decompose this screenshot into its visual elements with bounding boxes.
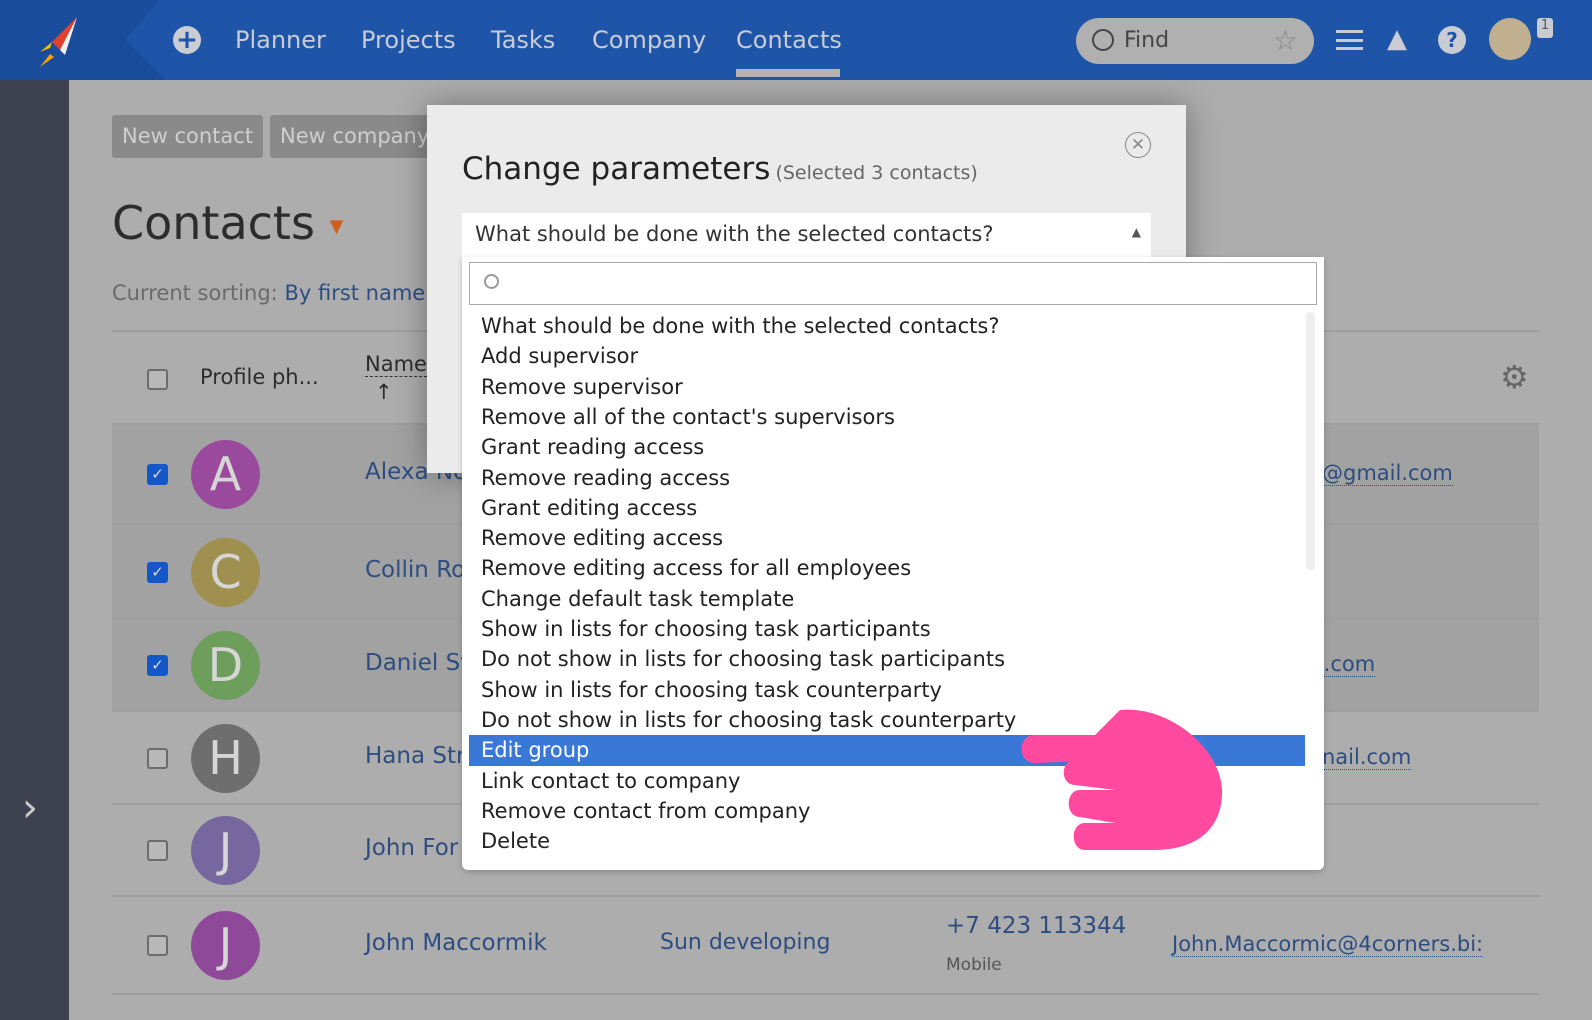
- action-select[interactable]: What should be done with the selected co…: [462, 213, 1151, 257]
- avatar: J: [191, 816, 260, 885]
- row-checkbox[interactable]: ✓: [147, 655, 168, 676]
- row-checkbox[interactable]: ✓: [147, 464, 168, 485]
- nav-company[interactable]: Company: [592, 26, 706, 54]
- menu-icon[interactable]: [1336, 30, 1363, 50]
- dropdown-scrollbar[interactable]: [1306, 312, 1315, 570]
- star-icon[interactable]: ☆: [1273, 24, 1298, 57]
- settings-gear-icon[interactable]: ⚙: [1500, 358, 1529, 396]
- dropdown-option[interactable]: Change default task template: [469, 584, 1305, 615]
- select-all-checkbox[interactable]: [147, 369, 168, 390]
- nav-contacts[interactable]: Contacts: [736, 26, 842, 54]
- dialog-subtitle: (Selected 3 contacts): [775, 162, 978, 184]
- contact-name[interactable]: Daniel St: [365, 650, 469, 676]
- new-company-button[interactable]: New company: [270, 115, 430, 158]
- dropdown-option[interactable]: Remove editing access: [469, 523, 1305, 554]
- dropdown-option[interactable]: Remove editing access for all employees: [469, 553, 1305, 584]
- table-row[interactable]: J John Maccormik Sun developing +7 423 1…: [112, 897, 1539, 995]
- pointing-hand-cursor-icon: [1021, 709, 1223, 850]
- row-checkbox[interactable]: [147, 840, 168, 861]
- sidebar: ›: [0, 80, 69, 1020]
- rocket-launch-icon[interactable]: ▲: [1387, 24, 1407, 54]
- contact-email[interactable]: @gmail.com: [1322, 461, 1453, 486]
- dropdown-option[interactable]: Grant editing access: [469, 493, 1305, 524]
- sort-arrow-icon: ↑: [375, 380, 393, 404]
- dropdown-option[interactable]: What should be done with the selected co…: [469, 311, 1305, 342]
- page-title-text: Contacts: [112, 196, 315, 250]
- dialog-title: Change parameters (Selected 3 contacts): [462, 151, 978, 187]
- dropdown-search-input[interactable]: [469, 262, 1317, 305]
- nav-projects[interactable]: Projects: [361, 26, 456, 54]
- top-nav: + Planner Projects Tasks Company Contact…: [0, 0, 1592, 80]
- dropdown-option[interactable]: Remove all of the contact's supervisors: [469, 402, 1305, 433]
- dropdown-option[interactable]: Show in lists for choosing task counterp…: [469, 675, 1305, 706]
- page-title[interactable]: Contacts ▼: [112, 196, 343, 250]
- action-select-value: What should be done with the selected co…: [475, 222, 994, 246]
- new-contact-button[interactable]: New contact: [112, 115, 264, 158]
- help-icon[interactable]: ?: [1438, 26, 1466, 54]
- row-checkbox[interactable]: [147, 747, 168, 769]
- find-input[interactable]: Find ☆: [1076, 18, 1314, 64]
- avatar: H: [191, 723, 260, 793]
- logo[interactable]: [0, 0, 165, 80]
- current-sorting: Current sorting: By first name: [112, 281, 425, 305]
- add-icon[interactable]: +: [173, 26, 201, 54]
- active-tab-indicator: [736, 69, 840, 77]
- avatar: A: [191, 440, 260, 509]
- dropdown-option[interactable]: Do not show in lists for choosing task p…: [469, 644, 1305, 675]
- contact-email[interactable]: John.Maccormic@4corners.bi:: [1172, 932, 1484, 957]
- search-icon: [1092, 29, 1114, 51]
- sorting-value[interactable]: By first name: [284, 281, 425, 305]
- avatar: J: [191, 911, 260, 980]
- close-icon[interactable]: ✕: [1125, 132, 1151, 158]
- nav-tasks[interactable]: Tasks: [491, 26, 555, 54]
- notification-badge: 1: [1537, 18, 1553, 38]
- search-icon: [484, 274, 499, 289]
- dropdown-option[interactable]: Remove reading access: [469, 463, 1305, 494]
- avatar: C: [191, 537, 260, 607]
- sorting-label: Current sorting:: [112, 281, 278, 305]
- contact-name[interactable]: John For: [365, 835, 458, 861]
- rocket-icon: [40, 17, 77, 67]
- contact-phone: +7 423 113344: [946, 913, 1127, 939]
- contact-name[interactable]: Hana Str: [365, 743, 465, 769]
- contact-company[interactable]: Sun developing: [660, 930, 830, 955]
- contact-email[interactable]: nail.com: [1322, 745, 1412, 770]
- dropdown-option[interactable]: Grant reading access: [469, 432, 1305, 463]
- row-checkbox[interactable]: [147, 935, 168, 956]
- expand-sidebar-icon[interactable]: ›: [22, 785, 38, 831]
- nav-planner[interactable]: Planner: [235, 26, 326, 54]
- contact-name[interactable]: Collin Ro: [365, 557, 465, 583]
- avatar[interactable]: [1489, 18, 1531, 60]
- dropdown-option[interactable]: Add supervisor: [469, 341, 1305, 372]
- dropdown-option[interactable]: Remove supervisor: [469, 372, 1305, 403]
- header-name[interactable]: Name: [365, 352, 427, 377]
- dropdown-option[interactable]: Show in lists for choosing task particip…: [469, 614, 1305, 645]
- caret-down-icon: ▼: [329, 216, 344, 237]
- phone-type: Mobile: [946, 955, 1002, 975]
- caret-up-icon: ▲: [1131, 225, 1141, 239]
- dialog-title-text: Change parameters: [462, 151, 771, 187]
- contact-name[interactable]: John Maccormik: [365, 930, 547, 956]
- find-placeholder: Find: [1124, 28, 1170, 53]
- header-photo[interactable]: Profile ph...: [200, 365, 319, 389]
- row-checkbox[interactable]: ✓: [147, 561, 168, 583]
- avatar: D: [191, 631, 260, 700]
